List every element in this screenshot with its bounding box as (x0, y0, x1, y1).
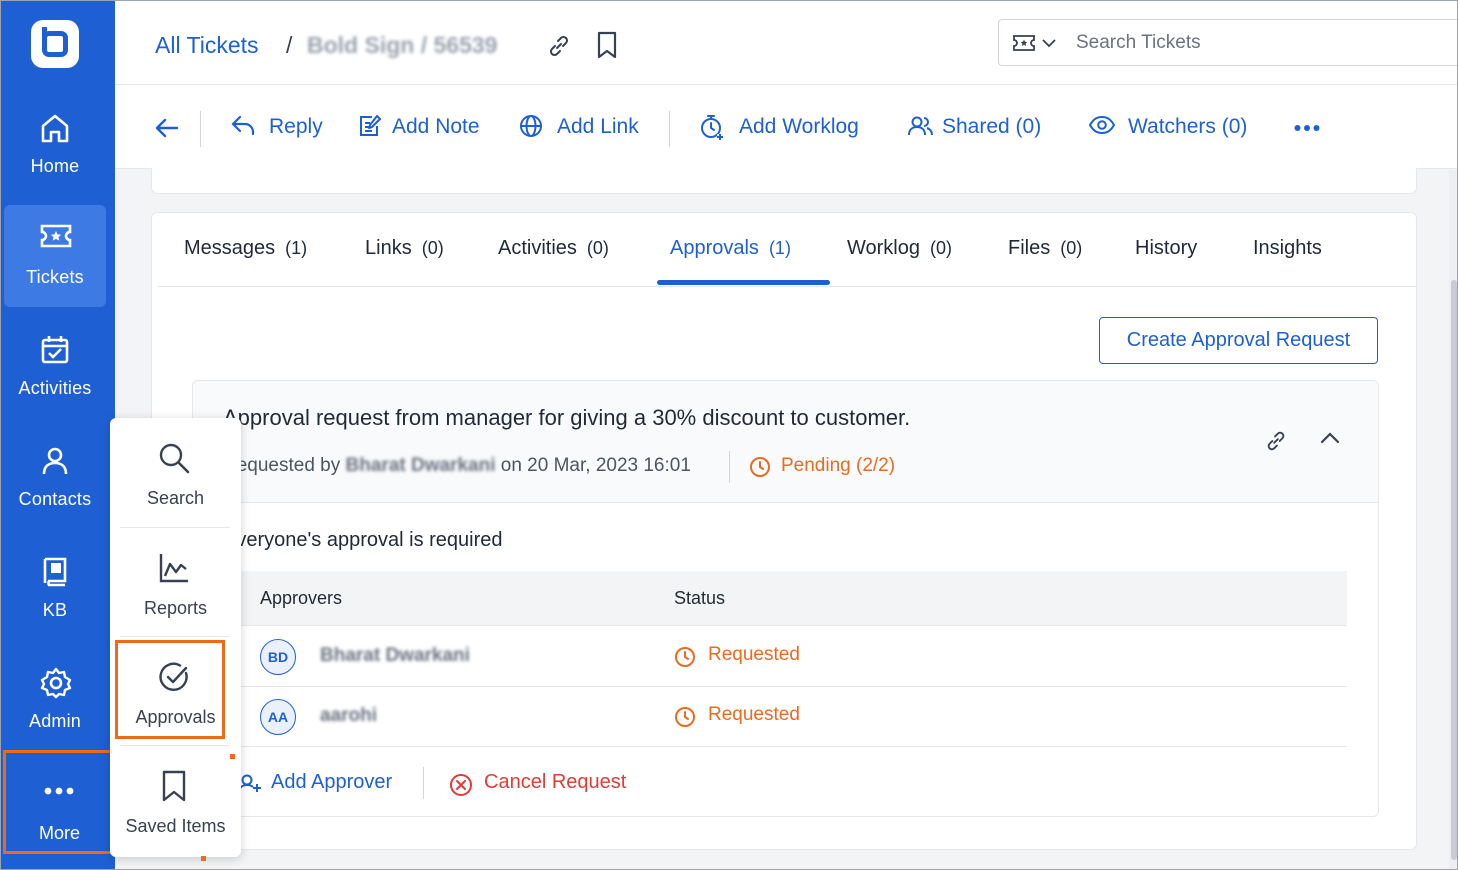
requester-name-redacted: Bharat Dwarkani (345, 455, 496, 476)
app-logo[interactable] (31, 20, 79, 68)
top-bar: All Tickets / Bold Sign / 56539 Search T… (115, 0, 1458, 85)
tab-approvals[interactable]: Approvals (1) (670, 237, 791, 260)
ticket-filter-icon[interactable] (1013, 35, 1035, 51)
cancel-circle-icon (450, 774, 472, 796)
sidebar-item-label: Home (30, 156, 80, 176)
book-icon (43, 557, 67, 587)
sidebar-item-label: Tickets (26, 267, 84, 287)
sidebar-item-label: KB (42, 600, 68, 620)
tab-bar: Messages (1) Links (0) Activities (0) Appro… (158, 213, 1416, 287)
avatar: BD (260, 639, 296, 675)
clock-icon (675, 647, 695, 667)
more-menu-popup: Search Reports Approvals Saved Items (110, 418, 241, 857)
tab-insights[interactable]: Insights (1253, 237, 1322, 260)
more-menu-search[interactable]: Search (110, 418, 241, 526)
highlight-marker (201, 856, 206, 861)
ticket-summary-card (151, 168, 1417, 194)
tab-history[interactable]: History (1135, 237, 1197, 260)
highlight-marker (230, 754, 235, 759)
breadcrumb-all-tickets[interactable]: All Tickets (155, 32, 259, 59)
approval-meta: Requested by Bharat Dwarkani on 20 Mar, … (223, 455, 691, 476)
approval-title: Approval request from manager for giving… (223, 405, 911, 430)
note-edit-icon (360, 115, 381, 136)
divider (200, 111, 201, 147)
bookmark-icon (162, 770, 186, 802)
gear-icon (40, 667, 72, 699)
sidebar-item-label: More (38, 823, 80, 843)
sidebar: Home Tickets Activities Contacts KB Admi… (0, 0, 116, 870)
calendar-check-icon (41, 336, 69, 364)
action-bar: Reply Add Note Add Link Add Worklog Shar… (115, 85, 1458, 169)
sidebar-item-label: Admin (28, 711, 82, 731)
ticket-detail-card: Messages (1) Links (0) Activities (0) Appro… (151, 212, 1417, 850)
users-icon (908, 116, 933, 136)
breadcrumb-ticket-redacted: Bold Sign / 56539 (307, 32, 498, 58)
clock-icon (675, 707, 695, 727)
approval-request-card: Approval request from manager for giving… (192, 380, 1379, 817)
approval-rule-text: Everyone's approval is required (223, 529, 503, 551)
approvers-table-header: Approvers Status (233, 571, 1347, 626)
search-input[interactable]: Search Tickets (1076, 32, 1201, 54)
ticket-icon (40, 224, 72, 248)
approver-name-redacted: aarohi (320, 705, 378, 726)
user-add-icon (238, 774, 261, 794)
scrollbar-thumb[interactable] (1451, 280, 1457, 860)
chevron-up-icon[interactable] (1320, 431, 1340, 445)
avatar: AA (260, 699, 296, 735)
more-menu-reports[interactable]: Reports (110, 528, 241, 636)
breadcrumb-separator: / (286, 32, 293, 58)
divider (729, 451, 730, 483)
column-status: Status (674, 588, 726, 608)
clock-icon (750, 457, 770, 477)
sidebar-item-home[interactable]: Home (4, 94, 106, 196)
home-icon (41, 114, 69, 143)
sidebar-item-admin[interactable]: Admin (4, 649, 106, 751)
chevron-down-icon[interactable] (1042, 38, 1056, 48)
link-icon[interactable] (547, 34, 571, 58)
tab-messages[interactable]: Messages (1) (184, 237, 307, 260)
copy-link-icon[interactable] (1265, 430, 1287, 452)
more-options-icon[interactable] (1294, 124, 1320, 132)
approval-request-header[interactable]: Approval request from manager for giving… (193, 381, 1378, 503)
chart-line-icon (159, 554, 188, 583)
column-approvers: Approvers (260, 588, 343, 608)
tab-files[interactable]: Files (0) (1008, 237, 1082, 260)
more-menu-saved-items[interactable]: Saved Items (110, 746, 241, 854)
sidebar-item-label: Contacts (18, 489, 92, 509)
approvals-highlight (115, 640, 225, 739)
reply-icon (231, 115, 255, 136)
sidebar-item-contacts[interactable]: Contacts (4, 427, 106, 529)
approver-name-redacted: Bharat Dwarkani (320, 645, 470, 666)
divider (423, 767, 424, 799)
tab-links[interactable]: Links (0) (365, 237, 444, 260)
stopwatch-add-icon (701, 115, 723, 140)
globe-icon (520, 115, 542, 137)
sidebar-item-kb[interactable]: KB (4, 538, 106, 640)
user-icon (42, 447, 68, 475)
tab-activities[interactable]: Activities (0) (498, 237, 609, 260)
table-row: BD Bharat Dwarkani Requested (233, 627, 1347, 687)
tab-worklog[interactable]: Worklog (0) (847, 237, 952, 260)
eye-icon (1089, 115, 1115, 135)
back-arrow-icon[interactable] (155, 118, 179, 138)
create-approval-request-button[interactable]: Create Approval Request (1099, 317, 1378, 364)
sidebar-item-activities[interactable]: Activities (4, 316, 106, 418)
divider (669, 111, 670, 147)
more-dots-icon (44, 787, 74, 795)
bookmark-icon[interactable] (596, 31, 618, 59)
table-row: AA aarohi Requested (233, 687, 1347, 747)
search-tickets-box[interactable]: Search Tickets (998, 19, 1458, 66)
active-tab-indicator (657, 280, 830, 285)
sidebar-item-more[interactable]: More (3, 750, 116, 854)
sidebar-item-label: Activities (18, 378, 92, 398)
search-icon (159, 443, 190, 474)
sidebar-item-tickets[interactable]: Tickets (4, 205, 106, 307)
